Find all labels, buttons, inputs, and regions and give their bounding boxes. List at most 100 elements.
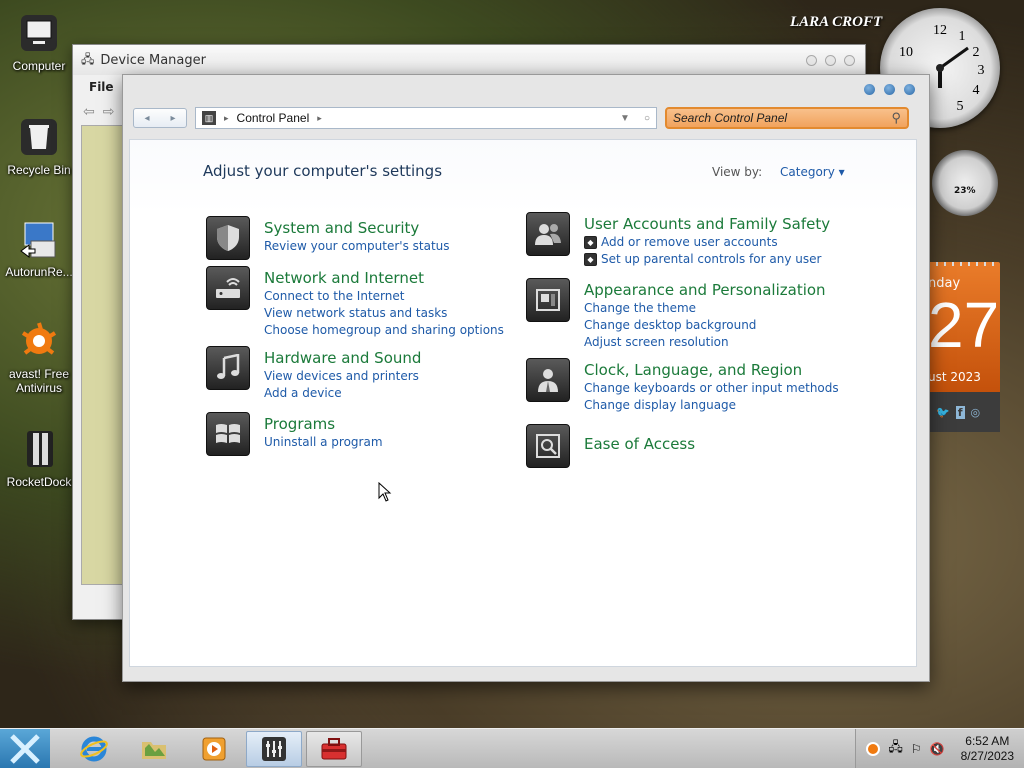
calendar-gadget[interactable]: nday 27 ust 2023 🐦 f ◎ — [928, 262, 1000, 432]
address-bar[interactable]: ▥ ▸ Control Panel ▸ ▼ ○ — [195, 107, 657, 129]
desktop-icon-rocketdock[interactable]: RocketDock — [4, 426, 74, 489]
taskbar-control-panel[interactable] — [246, 730, 302, 767]
view-by-dropdown[interactable]: Category ▾ — [780, 165, 845, 179]
category-title[interactable]: Ease of Access — [584, 434, 695, 454]
control-panel-window[interactable]: ◂ ▸ ▥ ▸ Control Panel ▸ ▼ ○ ⚲ Adjust you… — [122, 74, 930, 682]
search-box[interactable]: ⚲ — [665, 107, 909, 129]
windows-logo-icon[interactable] — [206, 412, 250, 456]
window-controls — [806, 54, 855, 66]
category-link[interactable]: Review your computer's status — [264, 238, 450, 255]
uac-shield-icon: ◆ — [584, 253, 597, 266]
network-tray-icon[interactable]: 🖧 — [888, 738, 903, 760]
category-link[interactable]: Connect to the Internet — [264, 288, 504, 305]
cpu-meter-gadget[interactable]: 23% — [932, 150, 998, 216]
magnifier-icon[interactable] — [526, 424, 570, 468]
desktop-icon-avast[interactable]: avast! Free Antivirus — [4, 318, 74, 395]
desktop-icon-autorun[interactable]: AutorunRe... — [4, 216, 74, 279]
clock-number: 12 — [933, 23, 947, 38]
action-center-tray-icon[interactable]: ⚐ — [911, 742, 922, 756]
category-title[interactable]: User Accounts and Family Safety — [584, 214, 830, 234]
category-link[interactable]: Change keyboards or other input methods — [584, 380, 839, 397]
desktop-icon-computer[interactable]: Computer — [4, 10, 74, 73]
category-title[interactable]: System and Security — [264, 218, 450, 238]
category-clock-language: Clock, Language, and Region Change keybo… — [526, 358, 839, 414]
forward-button[interactable]: ▸ — [170, 113, 175, 124]
category-title[interactable]: Programs — [264, 414, 383, 434]
category-link-with-shield[interactable]: ◆ Add or remove user accounts — [584, 234, 830, 251]
maximize-button[interactable] — [825, 54, 836, 66]
taskbar-clock[interactable]: 6:52 AM 8/27/2023 — [961, 734, 1014, 764]
media-player-icon — [202, 737, 226, 760]
device-manager-icon: 🖧 — [81, 51, 95, 66]
toolbox-icon — [321, 737, 347, 759]
category-title[interactable]: Appearance and Personalization — [584, 280, 826, 300]
category-link[interactable]: View network status and tasks — [264, 305, 504, 322]
taskbar-device-manager[interactable] — [306, 730, 362, 767]
start-button[interactable] — [0, 728, 50, 768]
start-x-icon — [10, 733, 40, 764]
category-user-accounts: User Accounts and Family Safety ◆ Add or … — [526, 212, 830, 268]
page-title: Adjust your computer's settings — [203, 162, 443, 180]
close-button[interactable] — [904, 83, 915, 95]
category-link[interactable]: Add a device — [264, 385, 421, 402]
search-input[interactable] — [673, 111, 883, 125]
person-region-icon[interactable] — [526, 358, 570, 402]
category-title[interactable]: Clock, Language, and Region — [584, 360, 839, 380]
dropdown-arrow-icon[interactable]: ▼ — [620, 113, 630, 124]
category-title[interactable]: Network and Internet — [264, 268, 504, 288]
twitter-icon[interactable]: 🐦 — [936, 406, 950, 419]
clock-number: 10 — [899, 45, 913, 60]
breadcrumb-control-panel[interactable]: Control Panel — [237, 111, 310, 125]
maximize-button[interactable] — [884, 83, 895, 95]
control-panel-sliders-icon — [262, 736, 286, 761]
category-link[interactable]: View devices and printers — [264, 368, 421, 385]
breadcrumb-arrow-icon[interactable]: ▸ — [224, 113, 229, 124]
clock-time: 6:52 AM — [965, 733, 1010, 748]
close-button[interactable] — [844, 54, 855, 66]
category-link[interactable]: Change the theme — [584, 300, 826, 317]
category-link[interactable]: Choose homegroup and sharing options — [264, 322, 504, 339]
category-title[interactable]: Hardware and Sound — [264, 348, 421, 368]
display-icon[interactable] — [526, 278, 570, 322]
breadcrumb-arrow-icon[interactable]: ▸ — [317, 113, 322, 124]
forward-arrow-icon[interactable]: ⇨ — [103, 104, 115, 120]
minimize-button[interactable] — [864, 83, 875, 95]
users-icon[interactable] — [526, 212, 570, 256]
category-programs: Programs Uninstall a program — [206, 412, 383, 456]
calendar-day: 27 — [928, 289, 1000, 361]
facebook-icon[interactable]: f — [955, 405, 965, 419]
category-hardware-sound: Hardware and Sound View devices and prin… — [206, 346, 421, 402]
refresh-icon[interactable]: ○ — [644, 113, 650, 124]
meter-value: 23% — [954, 186, 976, 196]
back-arrow-icon[interactable]: ⇦ — [83, 104, 95, 120]
device-tree[interactable] — [81, 125, 125, 585]
category-link[interactable]: Change display language — [584, 397, 839, 414]
menu-file[interactable]: File — [89, 80, 114, 94]
control-panel-titlebar[interactable] — [123, 75, 929, 103]
desktop-icon-recycle-bin[interactable]: Recycle Bin — [4, 114, 74, 177]
music-note-icon[interactable] — [206, 346, 250, 390]
category-link-with-shield[interactable]: ◆ Set up parental controls for any user — [584, 251, 830, 268]
taskbar-explorer[interactable] — [126, 731, 182, 767]
taskbar-media-player[interactable] — [186, 731, 242, 767]
shield-icon[interactable] — [206, 216, 250, 260]
avast-tray-icon[interactable] — [866, 741, 881, 756]
minimize-button[interactable] — [806, 54, 817, 66]
taskbar-internet-explorer[interactable] — [66, 731, 122, 767]
volume-muted-icon[interactable]: 🔇 — [930, 742, 945, 756]
avast-icon — [16, 318, 62, 364]
back-button[interactable]: ◂ — [144, 113, 149, 124]
category-link[interactable]: Uninstall a program — [264, 434, 383, 451]
network-router-icon[interactable] — [206, 266, 250, 310]
view-by: View by: Category ▾ — [712, 165, 845, 179]
system-tray: 🖧 ⚐ 🔇 6:52 AM 8/27/2023 — [855, 728, 1024, 768]
rss-icon[interactable]: ◎ — [971, 406, 981, 419]
clock-number: 2 — [973, 45, 980, 60]
device-manager-titlebar[interactable]: 🖧 Device Manager — [73, 45, 865, 75]
category-link[interactable]: Adjust screen resolution — [584, 334, 826, 351]
folder-icon — [142, 741, 166, 759]
category-link[interactable]: Change desktop background — [584, 317, 826, 334]
mouse-cursor-icon — [378, 482, 392, 502]
calendar-month-year: ust 2023 — [928, 370, 981, 384]
search-icon[interactable]: ⚲ — [891, 110, 901, 126]
